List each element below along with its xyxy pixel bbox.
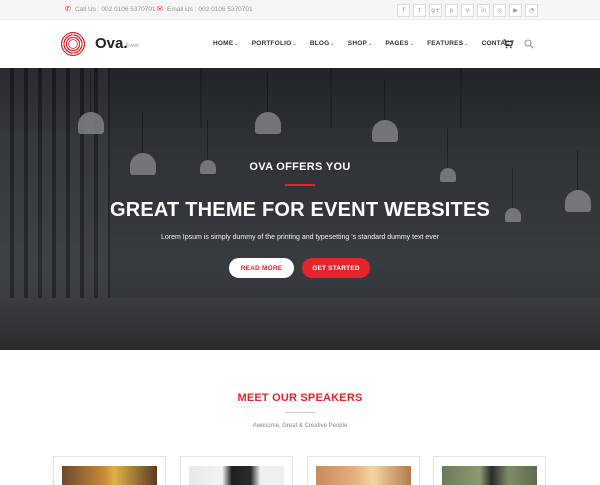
google-plus-icon[interactable]: g+ bbox=[429, 4, 442, 17]
speakers-title: MEET OUR SPEAKERS bbox=[237, 392, 363, 404]
social-links: f t g+ p v in ◎ ▶ ◔ bbox=[397, 4, 538, 17]
search-icon[interactable] bbox=[524, 39, 534, 49]
envelope-icon: ✉ bbox=[157, 5, 163, 13]
top-bar: ✆ Call Us : 002 0106 5370701 ✉ Email Us … bbox=[0, 0, 600, 20]
get-started-button[interactable]: GET STARTED bbox=[302, 258, 370, 278]
call-contact: ✆ Call Us : 002 0106 5370701 bbox=[65, 5, 156, 14]
nav-label: SHOP bbox=[347, 40, 368, 47]
chevron-down-icon: ⌄ bbox=[368, 41, 373, 47]
vine-icon[interactable]: v bbox=[461, 4, 474, 17]
speaker-photo bbox=[316, 466, 411, 485]
nav-label: HOME bbox=[213, 40, 234, 47]
facebook-icon[interactable]: f bbox=[397, 4, 410, 17]
call-text: Call Us : 002 0106 5370701 bbox=[75, 6, 156, 13]
speaker-card[interactable] bbox=[307, 456, 420, 485]
nav-label: PAGES bbox=[385, 40, 409, 47]
speaker-photo bbox=[189, 466, 284, 485]
email-contact: ✉ Email Us : 002 0106 5370701 bbox=[157, 5, 253, 14]
rss-icon[interactable]: ◔ bbox=[525, 4, 538, 17]
dribbble-icon[interactable]: ◎ bbox=[493, 4, 506, 17]
site-header: Ova. Event HOME⌄ PORTFOLIO⌄ BLOG⌄ SHOP⌄ … bbox=[0, 20, 600, 68]
logo-icon[interactable] bbox=[60, 31, 86, 57]
chevron-down-icon: ⌄ bbox=[409, 41, 415, 47]
nav-item-features[interactable]: FEATURES⌄ bbox=[427, 40, 469, 47]
chevron-down-icon: ⌄ bbox=[292, 41, 297, 47]
email-text: Email Us : 002 0106 5370701 bbox=[167, 6, 253, 13]
speaker-card[interactable] bbox=[53, 456, 166, 485]
nav-item-pages[interactable]: PAGES⌄ bbox=[385, 40, 414, 47]
nav-label: BLOG bbox=[309, 40, 330, 47]
youtube-icon[interactable]: ▶ bbox=[509, 4, 522, 17]
speaker-photo bbox=[442, 466, 537, 485]
speakers-divider bbox=[285, 412, 315, 413]
hero-subtext: Lorem Ipsum is simply dummy of the print… bbox=[161, 234, 439, 241]
read-more-button[interactable]: READ MORE bbox=[229, 258, 294, 278]
nav-label: FEATURES bbox=[427, 40, 464, 47]
phone-icon: ✆ bbox=[65, 5, 71, 13]
twitter-icon[interactable]: t bbox=[413, 4, 426, 17]
speaker-photo bbox=[62, 466, 157, 485]
hero-kicker: OVA OFFERS YOU bbox=[249, 161, 351, 173]
speaker-card[interactable] bbox=[433, 456, 546, 485]
nav-item-blog[interactable]: BLOG⌄ bbox=[310, 40, 335, 47]
hero-divider bbox=[285, 184, 315, 186]
speakers-subtitle: Awesome, Great & Creative People bbox=[252, 423, 348, 429]
linkedin-icon[interactable]: in bbox=[477, 4, 490, 17]
nav-label: PORTFOLIO bbox=[251, 40, 292, 47]
hero-banner: OVA OFFERS YOU GREAT THEME FOR EVENT WEB… bbox=[0, 68, 600, 350]
nav-item-portfolio[interactable]: PORTFOLIO⌄ bbox=[252, 40, 297, 47]
nav-item-shop[interactable]: SHOP⌄ bbox=[348, 40, 373, 47]
main-nav: HOME⌄ PORTFOLIO⌄ BLOG⌄ SHOP⌄ PAGES⌄ FEAT… bbox=[213, 40, 527, 47]
chevron-down-icon: ⌄ bbox=[234, 41, 239, 47]
pinterest-icon[interactable]: p bbox=[445, 4, 458, 17]
speaker-card[interactable] bbox=[180, 456, 293, 485]
brand-tagline: Event bbox=[126, 43, 139, 49]
brand-name[interactable]: Ova. bbox=[95, 35, 128, 52]
cart-icon[interactable] bbox=[503, 39, 513, 49]
hero-headline: GREAT THEME FOR EVENT WEBSITES bbox=[109, 199, 491, 221]
chevron-down-icon: ⌄ bbox=[464, 41, 469, 47]
nav-item-home[interactable]: HOME⌄ bbox=[213, 40, 239, 47]
chevron-down-icon: ⌄ bbox=[330, 41, 335, 47]
